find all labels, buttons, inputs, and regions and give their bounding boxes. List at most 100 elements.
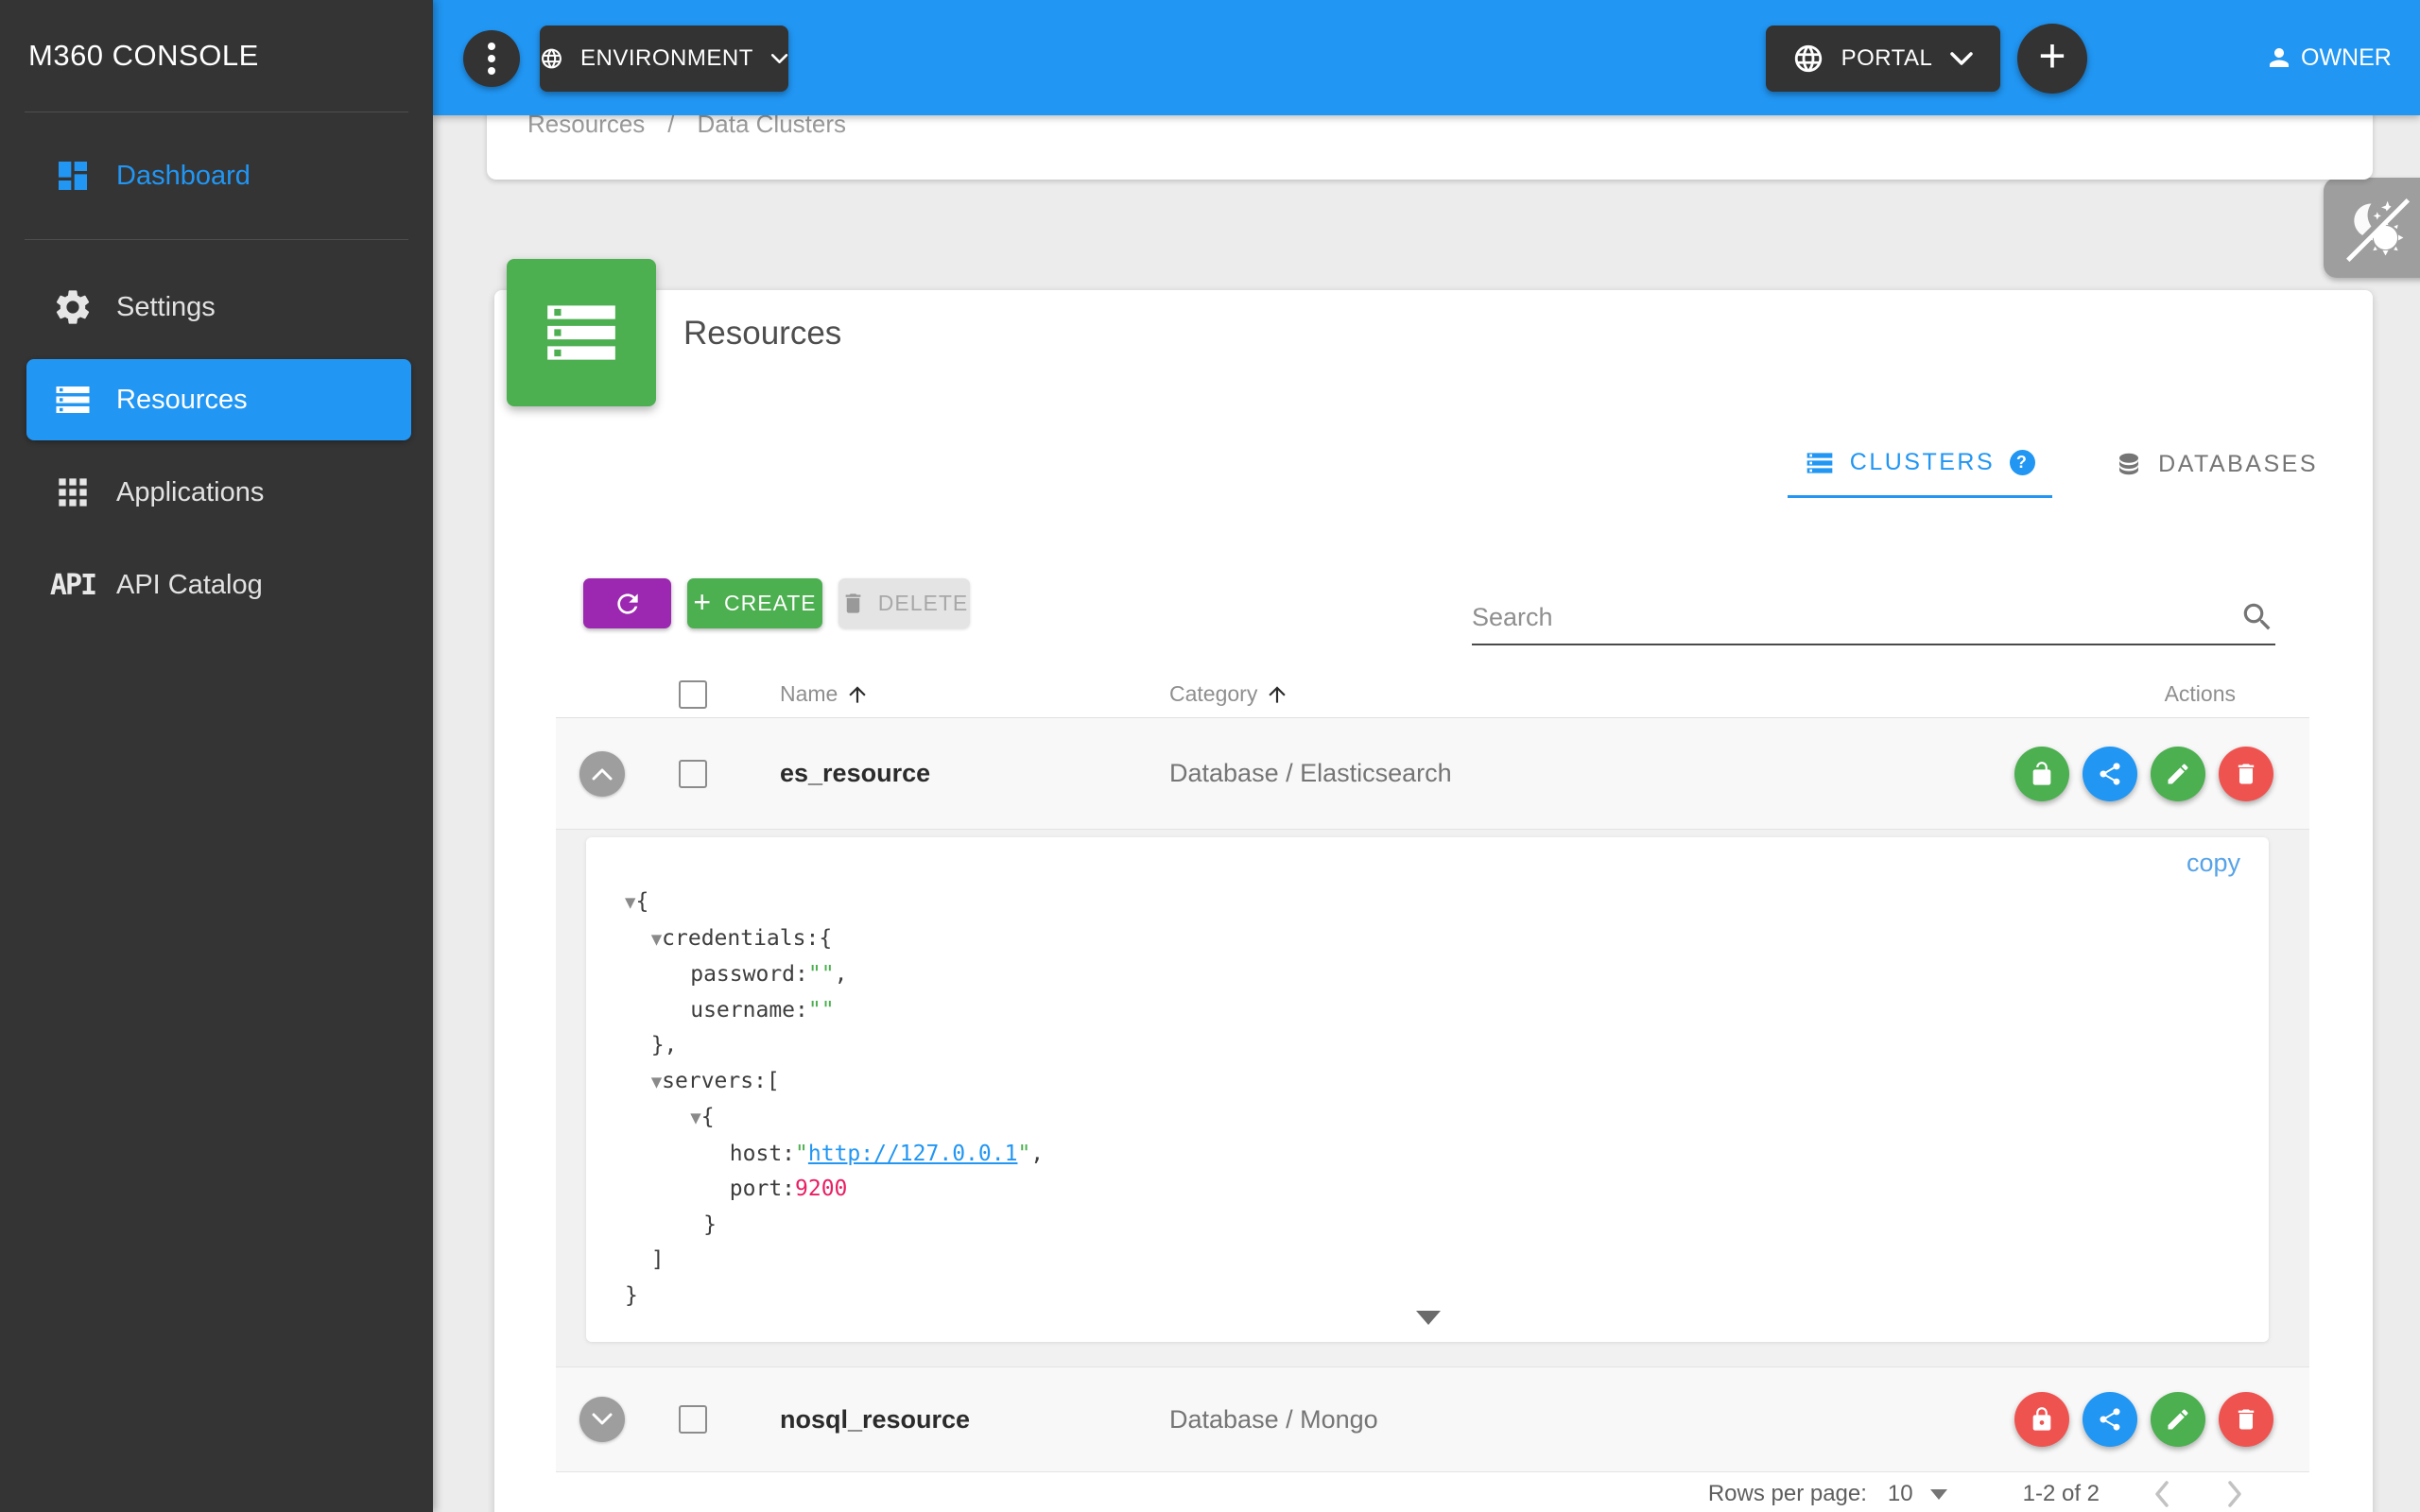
collapse-panel-icon[interactable] <box>1416 1311 1441 1325</box>
environment-dropdown[interactable]: ENVIRONMENT <box>540 26 788 92</box>
header-actions: Actions <box>2164 681 2236 706</box>
rows-per-page-select[interactable]: 10 <box>1888 1481 1913 1507</box>
share-button[interactable] <box>2083 1392 2137 1447</box>
api-icon: API <box>49 568 97 602</box>
delete-button[interactable]: DELETE <box>838 578 970 628</box>
sidebar-item-label: API Catalog <box>116 569 263 600</box>
owner-menu[interactable]: OWNER <box>2265 0 2392 115</box>
row-checkbox[interactable] <box>679 759 707 788</box>
sort-up-icon <box>849 685 867 703</box>
trash-icon <box>845 593 861 613</box>
edit-button[interactable] <box>2151 1392 2205 1447</box>
help-icon[interactable]: ? <box>2010 450 2036 475</box>
server-stack-icon <box>52 379 94 421</box>
database-icon <box>2119 453 2139 475</box>
table-header: Name Category Actions <box>556 671 2309 718</box>
unlock-button[interactable] <box>2014 746 2069 801</box>
copy-link[interactable]: copy <box>2187 849 2240 878</box>
day-night-icon <box>2342 195 2410 262</box>
sidebar-item-label: Applications <box>116 476 265 507</box>
row-checkbox[interactable] <box>679 1405 707 1434</box>
json-code: ▼{ ▼credentials:{ password:"", username:… <box>625 889 1045 1308</box>
server-stack-icon <box>547 305 615 360</box>
next-page-button[interactable] <box>2224 1479 2245 1509</box>
collapse-row-button[interactable] <box>579 750 625 797</box>
lock-button[interactable] <box>2014 1392 2069 1447</box>
chevron-down-icon <box>592 1413 613 1425</box>
search-icon[interactable] <box>2239 599 2275 635</box>
sidebar-item-applications[interactable]: Applications <box>0 446 433 539</box>
json-panel: copy ▼{ ▼credentials:{ password:"", user… <box>586 837 2269 1342</box>
header-checkbox-cell <box>648 679 737 709</box>
tab-clusters-label: CLUSTERS <box>1849 449 1996 475</box>
tab-clusters[interactable]: CLUSTERS ? <box>1787 430 2053 498</box>
create-button-label: CREATE <box>724 591 817 615</box>
rows-per-page-label: Rows per page: <box>1707 1481 1867 1506</box>
resource-name: nosql_resource <box>780 1404 971 1434</box>
dropdown-caret-icon[interactable] <box>1929 1488 1947 1500</box>
delete-row-button[interactable] <box>2219 1392 2273 1447</box>
header-category[interactable]: Category <box>1169 681 2165 707</box>
resources-tile <box>507 259 656 406</box>
tab-databases-label: DATABASES <box>2158 450 2318 477</box>
share-icon <box>2100 762 2120 785</box>
dashboard-icon <box>52 155 94 197</box>
owner-label: OWNER <box>2301 43 2392 71</box>
chevron-down-icon <box>770 54 788 63</box>
create-button[interactable]: + CREATE <box>687 578 822 628</box>
expand-row-button[interactable] <box>579 1397 625 1442</box>
table-row-nosql-resource: nosql_resource Database / Mongo <box>556 1367 2309 1472</box>
chevron-down-icon <box>1950 52 1974 65</box>
sidebar-item-dashboard[interactable]: Dashboard <box>0 112 433 239</box>
delete-row-button[interactable] <box>2219 746 2273 801</box>
refresh-button[interactable] <box>583 578 671 628</box>
share-button[interactable] <box>2083 746 2137 801</box>
kebab-icon <box>488 43 495 75</box>
resources-table: Name Category Actions es_resource Databa… <box>556 671 2309 1512</box>
resource-category: Database / Mongo <box>1169 1404 1378 1434</box>
person-icon <box>2270 48 2289 67</box>
edit-button[interactable] <box>2151 746 2205 801</box>
previous-page-button[interactable] <box>2152 1479 2172 1509</box>
add-button[interactable]: + <box>2017 24 2087 94</box>
sidebar-item-label: Resources <box>116 384 248 415</box>
sidebar-item-label: Dashboard <box>116 160 251 191</box>
toolbar: + CREATE DELETE <box>583 578 970 628</box>
page-title: Resources <box>683 315 842 352</box>
header-name[interactable]: Name <box>737 681 1169 707</box>
pencil-icon <box>2168 1409 2188 1430</box>
gear-icon <box>52 286 94 328</box>
delete-button-label: DELETE <box>877 591 969 615</box>
refresh-icon <box>616 593 638 614</box>
app-title: M360 CONSOLE <box>28 39 259 72</box>
sidebar-item-label: Settings <box>116 291 216 322</box>
select-all-checkbox[interactable] <box>679 679 707 709</box>
trash-icon <box>2238 1409 2255 1430</box>
sidebar-item-settings[interactable]: Settings <box>0 261 433 353</box>
sidebar: M360 CONSOLE Dashboard Settings Resource… <box>0 0 433 1512</box>
resource-name: es_resource <box>780 759 931 787</box>
chevron-right-icon <box>2228 1481 2241 1507</box>
theme-toggle-button[interactable] <box>2324 178 2420 278</box>
environment-label: ENVIRONMENT <box>580 45 753 71</box>
pencil-icon <box>2168 763 2188 783</box>
share-icon <box>2100 1408 2120 1431</box>
resource-category: Database / Elasticsearch <box>1169 759 1452 787</box>
sidebar-item-api-catalog[interactable]: API API Catalog <box>0 539 433 631</box>
plus-icon: + <box>693 584 713 619</box>
lock-open-icon <box>2032 761 2051 785</box>
sort-up-icon <box>1269 685 1286 703</box>
pagination: Rows per page: 10 1-2 of 2 <box>556 1472 2309 1512</box>
search-box <box>1472 591 2275 645</box>
sidebar-item-resources-active[interactable]: Resources <box>26 359 411 440</box>
pagination-range: 1-2 of 2 <box>2022 1481 2100 1506</box>
sidebar-item-resources[interactable]: Resources <box>0 353 433 446</box>
globe-icon <box>1794 44 1822 73</box>
chevron-up-icon <box>592 768 613 780</box>
tab-databases[interactable]: DATABASES <box>2098 430 2335 498</box>
search-input[interactable] <box>1472 602 2239 632</box>
kebab-menu-button[interactable] <box>463 30 520 87</box>
portal-dropdown[interactable]: PORTAL <box>1766 26 2000 92</box>
topbar: ENVIRONMENT PORTAL + OWNER <box>433 0 2420 115</box>
apps-grid-icon <box>52 472 94 513</box>
